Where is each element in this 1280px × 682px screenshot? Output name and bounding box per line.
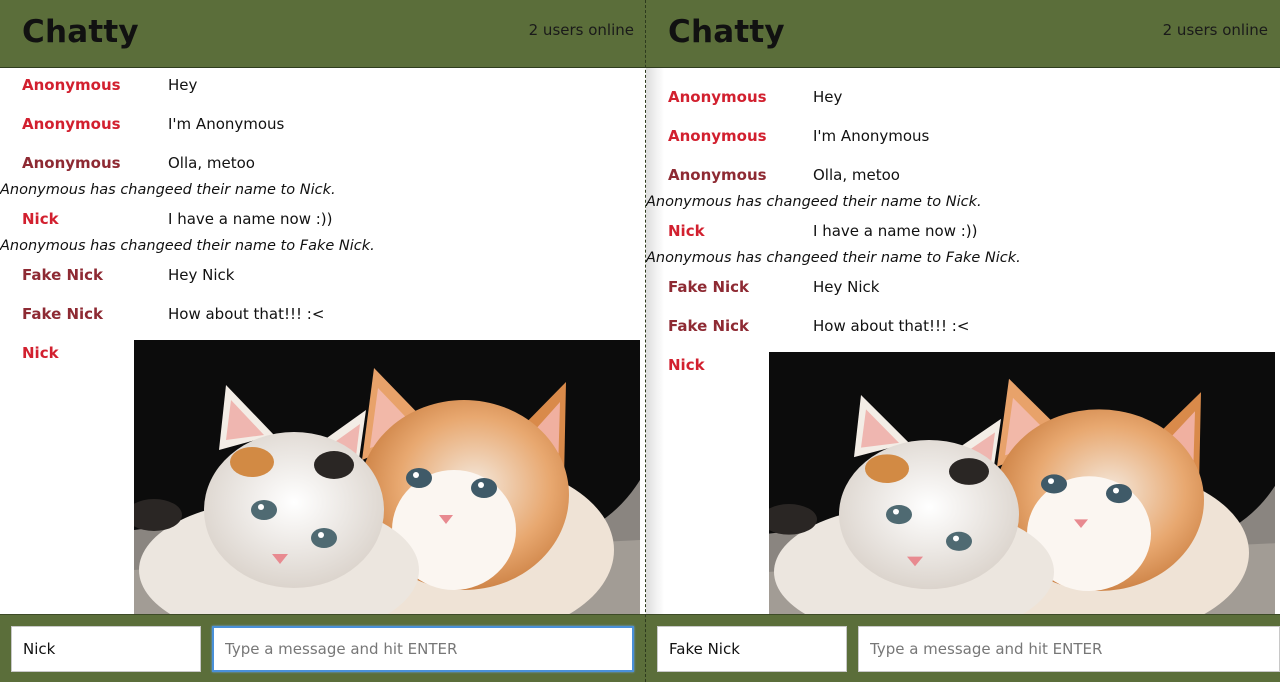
navbar: Chatty 2 users online (0, 0, 646, 68)
app-title: Chatty (22, 14, 139, 50)
username-input[interactable] (11, 626, 201, 672)
kittens-illustration (769, 352, 1275, 614)
chat-footer (646, 614, 1280, 682)
message-username: Anonymous (22, 115, 121, 133)
message-input[interactable] (858, 626, 1280, 672)
message: Anonymous Hey (0, 72, 646, 98)
message-content: Hey Nick (813, 278, 880, 296)
message-username: Fake Nick (668, 317, 750, 335)
kittens-photo (769, 352, 1275, 614)
message: Anonymous I'm Anonymous (0, 111, 646, 137)
message-username: Nick (668, 222, 705, 240)
message-content: Hey (813, 88, 843, 106)
message-username: Anonymous (668, 88, 767, 106)
message: Fake Nick How about that!!! :< (0, 301, 646, 327)
message-username: Anonymous (668, 166, 767, 184)
notification: Anonymous has changeed their name to Nic… (0, 182, 336, 198)
message-username: Anonymous (22, 154, 121, 172)
message: Fake Nick Hey Nick (0, 262, 646, 288)
message-username: Fake Nick (22, 266, 104, 284)
message-content: Olla, metoo (813, 166, 900, 184)
message-content: I have a name now :)) (168, 210, 333, 228)
message: Anonymous Hey (646, 84, 1280, 110)
chat-window-right: Chatty 2 users online Anonymous Hey Anon… (646, 0, 1280, 682)
message-input[interactable] (212, 626, 634, 672)
kittens-illustration (134, 340, 640, 614)
message-content: Olla, metoo (168, 154, 255, 172)
pane-shadow (646, 68, 664, 614)
message: Anonymous Olla, metoo (0, 150, 646, 176)
message-content: I'm Anonymous (813, 127, 930, 145)
message-content: I have a name now :)) (813, 222, 978, 240)
message-content: How about that!!! :< (168, 305, 325, 323)
notification: Anonymous has changeed their name to Nic… (646, 194, 982, 210)
users-online-count: 2 users online (528, 21, 634, 39)
notification: Anonymous has changeed their name to Fak… (0, 238, 375, 254)
message: Anonymous I'm Anonymous (646, 123, 1280, 149)
chat-window-left: Chatty 2 users online Anonymous Hey Anon… (0, 0, 646, 682)
navbar: Chatty 2 users online (646, 0, 1280, 68)
message: Fake Nick How about that!!! :< (646, 313, 1280, 339)
message-content: I'm Anonymous (168, 115, 285, 133)
username-input[interactable] (657, 626, 847, 672)
message-username: Nick (22, 210, 59, 228)
message-username: Anonymous (668, 127, 767, 145)
message-content: Hey (168, 76, 198, 94)
message-username: Fake Nick (668, 278, 750, 296)
app-title: Chatty (668, 14, 785, 50)
message-username: Nick (668, 356, 705, 374)
message-username: Fake Nick (22, 305, 104, 323)
message: Anonymous Olla, metoo (646, 162, 1280, 188)
message-content: How about that!!! :< (813, 317, 970, 335)
message-username: Nick (22, 344, 59, 362)
notification: Anonymous has changeed their name to Fak… (646, 250, 1021, 266)
message-content: Hey Nick (168, 266, 235, 284)
message: Nick I have a name now :)) (646, 218, 1280, 244)
message: Fake Nick Hey Nick (646, 274, 1280, 300)
message-username: Anonymous (22, 76, 121, 94)
chat-footer (0, 614, 646, 682)
users-online-count: 2 users online (1162, 21, 1268, 39)
kittens-photo (134, 340, 640, 614)
message: Nick I have a name now :)) (0, 206, 646, 232)
